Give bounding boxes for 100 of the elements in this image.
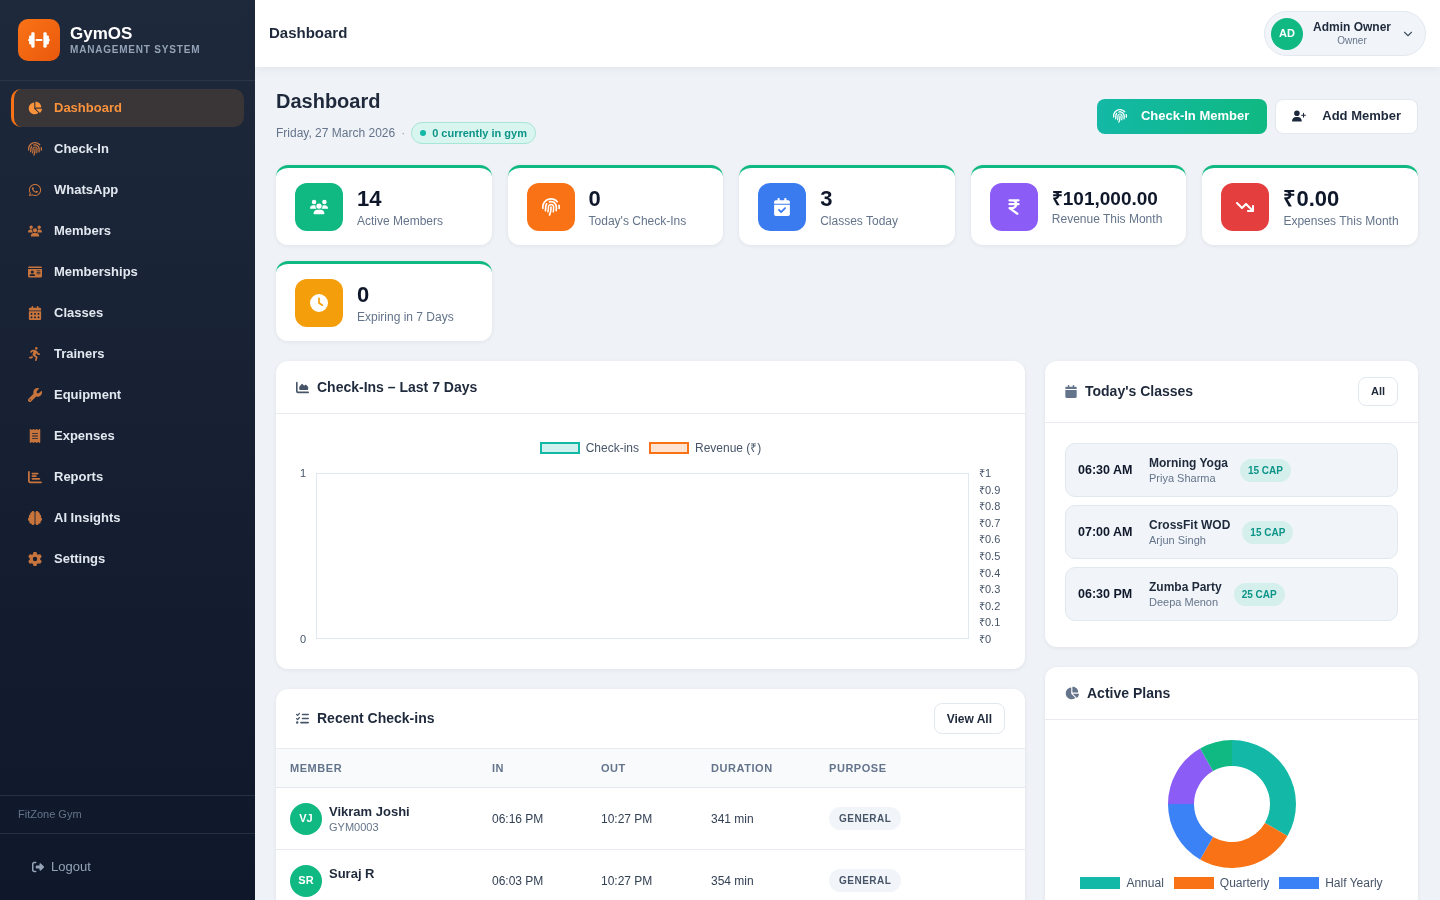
member-id: GYM0003 (329, 819, 380, 835)
legend-label: Check-ins (585, 441, 639, 455)
sidebar-nav-item[interactable]: AI Insights (11, 499, 244, 537)
axis-tick-label: ₹0.8 (979, 499, 1001, 514)
sidebar-nav-item[interactable]: Check-In (11, 130, 244, 168)
dumbbell-logo-icon (18, 19, 60, 61)
purpose-badge: GENERAL (829, 807, 902, 830)
axis-tick-label: ₹0.5 (979, 548, 1001, 563)
sidebar-nav-item[interactable]: Reports (11, 458, 244, 496)
date-separator: · (401, 125, 406, 142)
stat-label: Revenue This Month (1051, 210, 1163, 227)
area-chart-icon (296, 380, 309, 394)
card-title: Recent Check-ins (317, 709, 435, 728)
check-in-time: 06:03 PM (492, 872, 545, 890)
stat-value: ₹101,000.00 (1051, 186, 1159, 211)
user-role: Owner (1337, 35, 1367, 47)
stat-value: 3 (820, 184, 834, 213)
axis-tick-label: 0 (299, 632, 306, 646)
user-plus-icon (1292, 109, 1307, 123)
receipt-icon (28, 429, 42, 443)
bar-chart-icon (28, 470, 42, 484)
legend-label: Half Yearly (1325, 876, 1383, 890)
axis-tick-label: ₹0 (979, 631, 992, 646)
user-menu[interactable]: AD Admin Owner Owner (1264, 11, 1426, 56)
member-avatar: VJ (290, 802, 322, 835)
axis-tick-label: ₹0.4 (979, 565, 1001, 580)
sidebar-nav-item[interactable]: Equipment (11, 376, 244, 414)
class-name: CrossFit WOD (1149, 516, 1231, 533)
stat-label: Active Members (357, 212, 444, 229)
axis-tick-label: ₹0.2 (979, 598, 1001, 613)
sidebar-nav-item[interactable]: Trainers (11, 335, 244, 373)
check-out-time: 10:27 PM (601, 810, 654, 828)
member-avatar: SR (290, 864, 322, 897)
check-out-time: 10:27 PM (601, 872, 654, 890)
legend-swatch-icon (1080, 877, 1121, 889)
fingerprint-icon (1112, 109, 1127, 123)
users-icon (28, 224, 42, 238)
status-text: 0 currently in gym (432, 125, 527, 141)
trainer-name: Priya Sharma (1149, 470, 1217, 486)
add-member-button[interactable]: Add Member (1275, 98, 1418, 134)
axis-tick-label: ₹0.1 (979, 615, 1001, 630)
class-time: 06:30 PM (1078, 585, 1134, 603)
user-avatar: AD (1271, 17, 1303, 50)
pie-chart-icon (1065, 686, 1079, 700)
legend-swatch-icon (1279, 877, 1320, 889)
member-name: Suraj R (329, 864, 375, 882)
column-header: PURPOSE (829, 760, 888, 776)
sidebar-nav-item[interactable]: Members (11, 212, 244, 250)
check-in-time: 06:16 PM (492, 810, 545, 828)
axis-tick-label: ₹0.7 (979, 515, 1001, 530)
user-name: Admin Owner (1313, 20, 1391, 35)
checklist-icon (296, 712, 309, 725)
settings-icon (28, 552, 42, 566)
class-time: 07:00 AM (1078, 523, 1134, 541)
calendar-icon (28, 306, 42, 320)
legend-label: Revenue (₹) (695, 441, 762, 455)
capacity-badge: 25 CAP (1233, 582, 1285, 606)
legend-label: Quarterly (1219, 876, 1270, 890)
column-header: OUT (601, 760, 627, 776)
card-title: Today's Classes (1085, 382, 1194, 401)
sidebar-nav-item[interactable]: Classes (11, 294, 244, 332)
axis-tick-label: ₹0.6 (979, 532, 1001, 547)
running-person-icon (28, 347, 42, 361)
class-time: 06:30 AM (1078, 461, 1134, 479)
page-date: Friday, 27 March 2026 (276, 125, 396, 142)
column-header: IN (492, 760, 506, 776)
stat-value: ₹0.00 (1283, 184, 1341, 213)
chat-phone-icon (28, 183, 42, 197)
axis-tick-label: ₹0.3 (979, 582, 1001, 597)
page-heading: Dashboard (276, 89, 382, 114)
stat-label: Expiring in 7 Days (357, 308, 454, 325)
trainer-name: Deepa Menon (1149, 594, 1220, 610)
capacity-badge: 15 CAP (1239, 458, 1291, 482)
pie-chart-icon (28, 101, 42, 115)
sidebar-nav-item[interactable]: Settings (11, 540, 244, 578)
legend-label: Annual (1126, 876, 1164, 890)
brain-icon (28, 511, 42, 525)
axis-tick-label: ₹0.9 (979, 482, 1001, 497)
card-title: Check-Ins – Last 7 Days (317, 377, 478, 397)
stat-value: 0 (357, 280, 371, 309)
column-header: DURATION (711, 760, 774, 776)
axis-tick-label: ₹1 (979, 466, 992, 480)
capacity-badge: 15 CAP (1242, 520, 1294, 544)
sidebar-nav-item[interactable]: Expenses (11, 417, 244, 455)
brand-tagline: MANAGEMENT SYSTEM (70, 44, 201, 56)
view-all-button[interactable]: View All (933, 703, 1005, 734)
gym-name: FitZone Gym (18, 807, 82, 823)
stat-label: Classes Today (820, 212, 898, 229)
stat-label: Today's Check-Ins (588, 212, 687, 229)
topbar-title: Dashboard (269, 23, 348, 44)
logout-button[interactable]: Logout (14, 848, 241, 886)
class-name: Morning Yoga (1149, 454, 1228, 471)
sidebar-nav-item[interactable]: Memberships (11, 253, 244, 291)
brand-name: GymOS (70, 24, 134, 44)
sidebar-nav-item[interactable]: Dashboard (11, 89, 244, 127)
stat-value: 0 (588, 184, 602, 213)
sidebar-nav-item[interactable]: WhatsApp (11, 171, 244, 209)
stat-label: Expenses This Month (1283, 212, 1399, 229)
all-button[interactable]: All (1357, 377, 1398, 406)
axis-tick-label: 1 (299, 466, 306, 480)
